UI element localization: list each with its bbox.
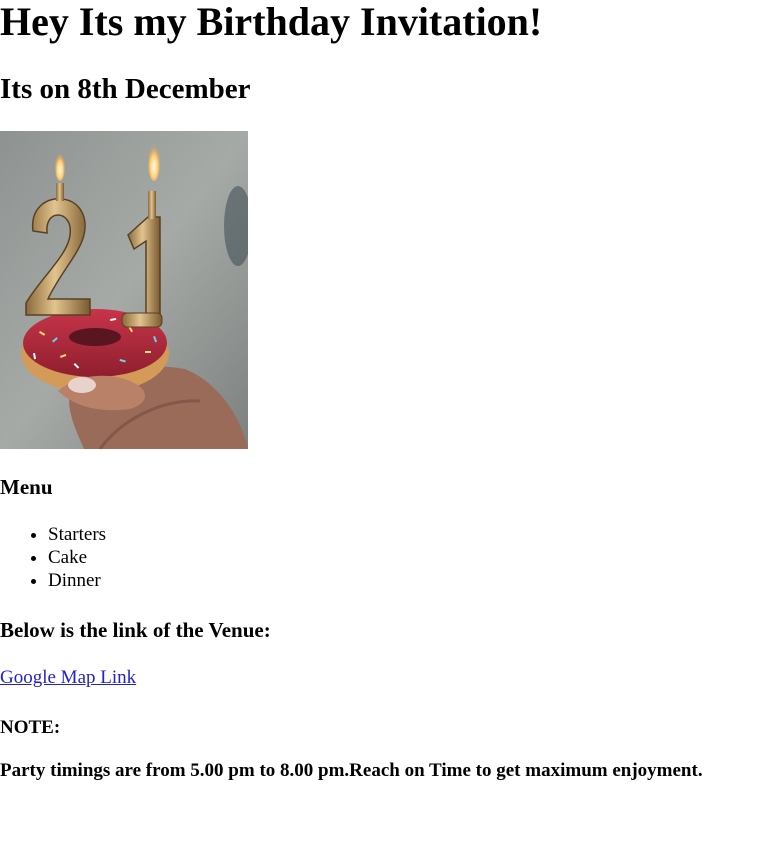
note-text: Party timings are from 5.00 pm to 8.00 p… bbox=[0, 760, 703, 781]
venue-heading: Below is the link of the Venue: bbox=[0, 618, 271, 642]
google-map-link[interactable]: Google Map Link bbox=[0, 666, 136, 689]
page-title: Hey Its my Birthday Invitation! bbox=[0, 0, 543, 44]
menu-heading: Menu bbox=[0, 475, 53, 499]
menu-item: Dinner bbox=[48, 569, 106, 592]
menu-item: Cake bbox=[48, 546, 106, 569]
event-date-heading: Its on 8th December bbox=[0, 73, 251, 105]
menu-item: Starters bbox=[48, 523, 106, 546]
note-heading: NOTE: bbox=[0, 717, 61, 738]
birthday-candles-image bbox=[0, 131, 248, 449]
menu-list: Starters Cake Dinner bbox=[0, 523, 106, 592]
